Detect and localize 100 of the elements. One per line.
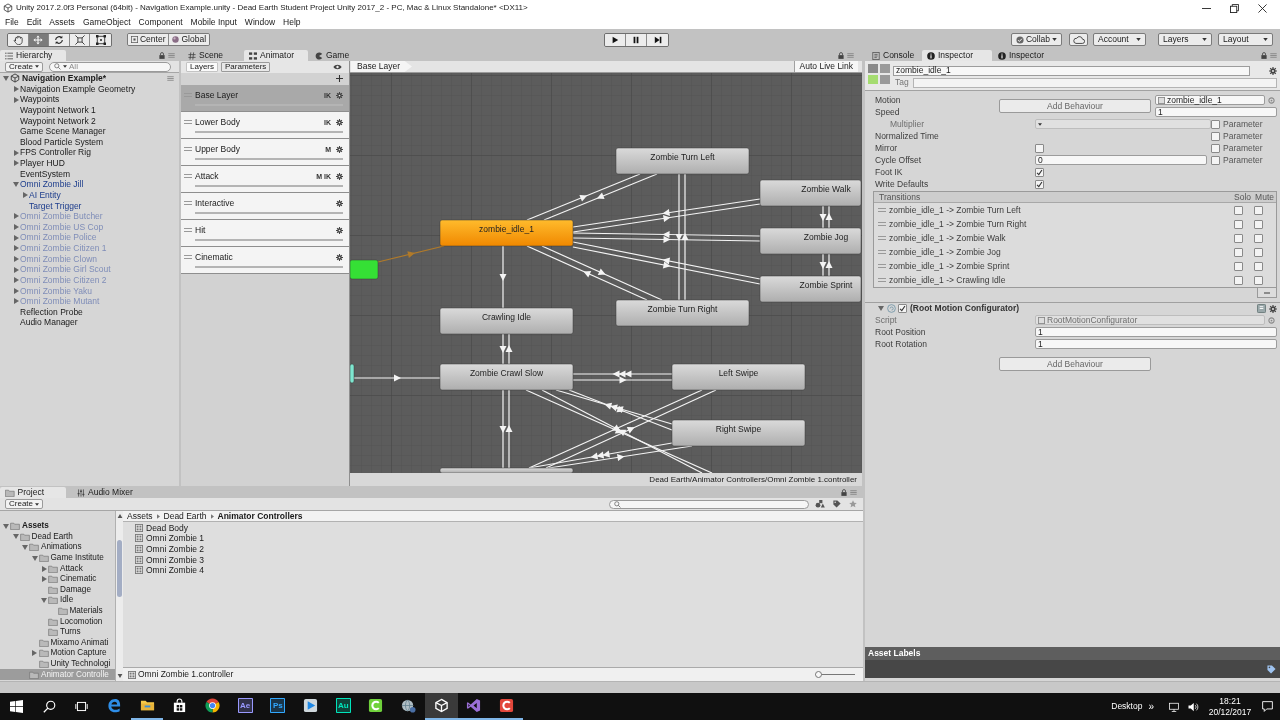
triangle-down-icon[interactable]: [22, 545, 28, 550]
folder-item[interactable]: Game Institute: [50, 553, 104, 563]
side-tab[interactable]: Layers: [186, 62, 218, 72]
drag-handle-icon[interactable]: [184, 228, 192, 232]
menu-item[interactable]: Mobile Input: [186, 18, 241, 27]
gear-icon[interactable]: [336, 172, 343, 180]
any-state-node[interactable]: [350, 363, 355, 384]
triangle-right-icon[interactable]: [13, 277, 19, 284]
hierarchy-item[interactable]: Target Trigger: [29, 201, 82, 211]
drag-handle-icon[interactable]: [184, 174, 192, 178]
pivot-button[interactable]: Center: [127, 34, 170, 45]
menu-item[interactable]: Window: [240, 18, 280, 27]
gear-icon[interactable]: [336, 199, 343, 207]
transition-arrow[interactable]: [675, 173, 683, 301]
pause-button[interactable]: [626, 33, 647, 46]
state-node[interactable]: [439, 467, 574, 473]
object-field[interactable]: zombie_idle_1: [1155, 95, 1265, 105]
checkbox[interactable]: [1254, 261, 1263, 271]
hierarchy-item[interactable]: Audio Manager: [20, 318, 78, 327]
menu-item[interactable]: GameObject: [78, 18, 135, 27]
speech-bubble-icon[interactable]: [1261, 700, 1274, 713]
triangle-right-icon[interactable]: [13, 266, 19, 273]
menu-item[interactable]: File: [1, 18, 23, 27]
transition-arrow[interactable]: [825, 253, 833, 277]
state-node[interactable]: Zombie Crawl Slow: [439, 363, 574, 391]
star-icon[interactable]: [849, 500, 857, 508]
transition-arrow[interactable]: [499, 333, 507, 365]
transition-item[interactable]: zombie_idle_1 -> Zombie Walk: [889, 233, 1006, 243]
create-dropdown[interactable]: Create: [5, 499, 43, 509]
folder-item[interactable]: Mixamo Animati: [50, 638, 109, 647]
gear-icon[interactable]: [336, 226, 343, 234]
breadcrumb-link[interactable]: Animator Controllers: [217, 511, 303, 521]
monitor-icon[interactable]: [1168, 700, 1180, 713]
checkbox[interactable]: [1254, 247, 1263, 257]
state-node[interactable]: Zombie Turn Left: [615, 147, 750, 175]
text-field[interactable]: 1: [1155, 107, 1277, 117]
asset-item[interactable]: Dead Body: [146, 523, 189, 533]
add-behaviour-button[interactable]: Add Behaviour: [999, 357, 1151, 371]
checkbox[interactable]: [1211, 131, 1220, 141]
clock-time[interactable]: 18:21: [1219, 696, 1241, 705]
live-link-button[interactable]: Auto Live Link: [793, 61, 858, 72]
triangle-right-icon[interactable]: [13, 224, 19, 231]
gear-icon[interactable]: [336, 145, 343, 153]
speaker-icon[interactable]: [1187, 700, 1199, 713]
tag-icon[interactable]: [1267, 664, 1276, 674]
panel-tab[interactable]: Scene: [183, 50, 242, 61]
text-field[interactable]: 0: [1035, 155, 1207, 165]
create-dropdown[interactable]: Create: [5, 61, 43, 72]
hierarchy-item[interactable]: Reflection Probe: [20, 307, 83, 317]
clock-date[interactable]: 20/12/2017: [1208, 708, 1252, 717]
slider-thumb[interactable]: [815, 671, 822, 678]
gear-icon[interactable]: [336, 91, 343, 99]
rect-tool-button[interactable]: [90, 33, 111, 46]
shapes-icon[interactable]: [815, 500, 825, 508]
drag-handle-icon[interactable]: [184, 120, 192, 124]
layer-item[interactable]: Interactive: [181, 193, 349, 220]
breadcrumb-button[interactable]: Base Layer: [351, 61, 412, 72]
transition-arrow[interactable]: [353, 374, 441, 382]
transition-arrow[interactable]: [505, 333, 513, 365]
folder-item[interactable]: Animations: [41, 543, 82, 552]
drag-handle-icon[interactable]: [184, 147, 192, 151]
gear-icon[interactable]: [336, 118, 343, 126]
overflow-button[interactable]: »: [1148, 701, 1154, 712]
state-node[interactable]: Zombie Sprint: [759, 275, 862, 303]
state-node[interactable]: Zombie Jog: [759, 227, 862, 255]
side-tab[interactable]: Parameters: [221, 62, 271, 72]
triangle-right-icon[interactable]: [13, 298, 19, 305]
folder-item[interactable]: Motion Capture: [50, 649, 107, 658]
default-state-node[interactable]: zombie_idle_1: [439, 219, 574, 247]
transition-item[interactable]: zombie_idle_1 -> Zombie Turn Right: [889, 219, 1027, 229]
panel-tab[interactable]: Game: [310, 50, 362, 61]
triangle-down-icon[interactable]: [116, 674, 123, 678]
triangle-down-icon[interactable]: [31, 555, 38, 561]
gear-icon[interactable]: [336, 253, 343, 261]
hierarchy-item[interactable]: Waypoint Network 2: [20, 116, 96, 126]
hierarchy-item[interactable]: EventSystem: [20, 169, 71, 179]
folder-item[interactable]: Turns: [60, 628, 81, 637]
asset-item[interactable]: Omni Zombie 3: [146, 555, 205, 565]
checkbox[interactable]: [1234, 261, 1243, 271]
triangle-down-icon[interactable]: [41, 597, 47, 603]
checkbox[interactable]: [1254, 233, 1263, 243]
hierarchy-item[interactable]: Player HUD: [20, 159, 65, 168]
zoom-slider[interactable]: [815, 671, 855, 678]
checkbox[interactable]: [1234, 205, 1243, 215]
breadcrumb-link[interactable]: Assets: [127, 511, 153, 521]
folder-item[interactable]: Cinematic: [60, 575, 97, 584]
panel-tab[interactable]: Project: [0, 487, 66, 498]
triangle-right-icon[interactable]: [13, 234, 19, 241]
layout-dropdown[interactable]: Layout: [1218, 33, 1273, 46]
taskbar-button[interactable]: Ae: [228, 693, 262, 720]
transition-arrow[interactable]: [572, 376, 673, 384]
layers-dropdown[interactable]: Layers: [1158, 33, 1212, 46]
panel-tab[interactable]: Inspector: [922, 50, 992, 61]
checkbox[interactable]: [898, 304, 907, 313]
checkbox[interactable]: [1211, 155, 1220, 165]
checkbox[interactable]: [1254, 275, 1263, 285]
checkbox[interactable]: [1234, 275, 1243, 285]
hierarchy-item[interactable]: Waypoints: [20, 95, 60, 104]
triangle-right-icon[interactable]: [13, 287, 19, 294]
state-node[interactable]: Right Swipe: [671, 419, 806, 447]
